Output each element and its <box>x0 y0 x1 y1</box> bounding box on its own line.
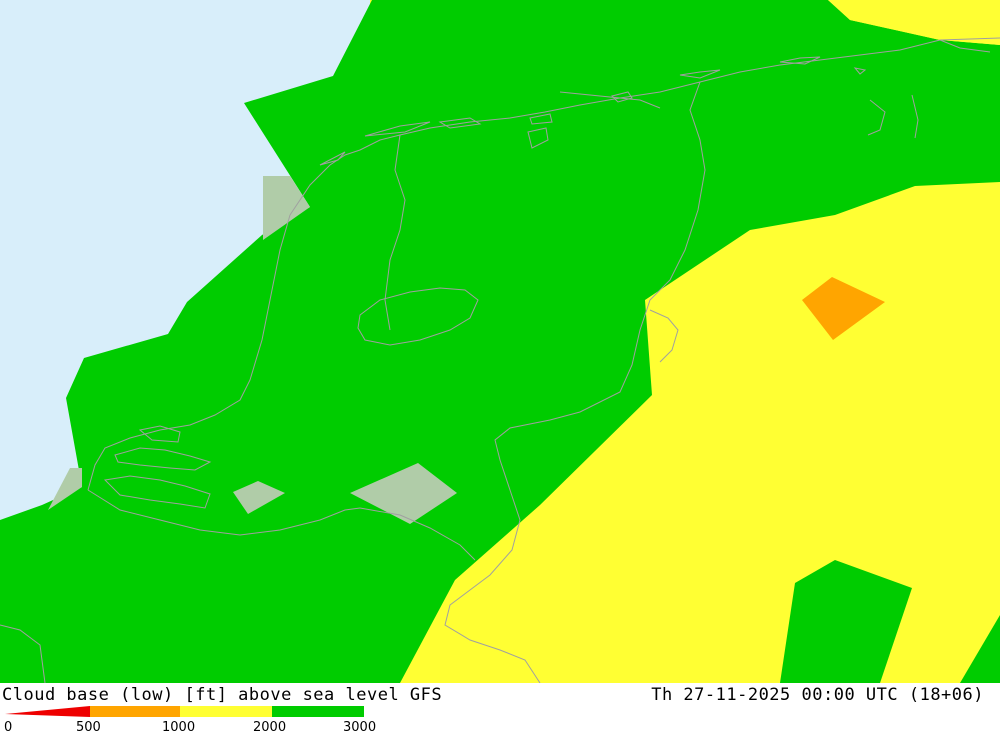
legend-band-1000-2000 <box>180 706 272 717</box>
legend-band-0-500 <box>5 706 90 717</box>
legend-tick-500: 500 <box>76 720 101 733</box>
legend-band-500-1000 <box>90 706 180 717</box>
map-datetime: Th 27-11-2025 00:00 UTC (18+06) <box>651 685 984 705</box>
legend-tick-0: 0 <box>4 720 12 733</box>
legend-tick-3000: 3000 <box>343 720 376 733</box>
map-title: Cloud base (low) [ft] above sea level GF… <box>2 685 443 705</box>
legend-band-2000-3000 <box>272 706 364 717</box>
map-footer: Cloud base (low) [ft] above sea level GF… <box>0 683 1000 733</box>
legend-tick-2000: 2000 <box>253 720 286 733</box>
legend-tick-1000: 1000 <box>162 720 195 733</box>
cloud-base-map <box>0 0 1000 683</box>
color-legend: 0 500 1000 2000 3000 <box>4 706 376 733</box>
